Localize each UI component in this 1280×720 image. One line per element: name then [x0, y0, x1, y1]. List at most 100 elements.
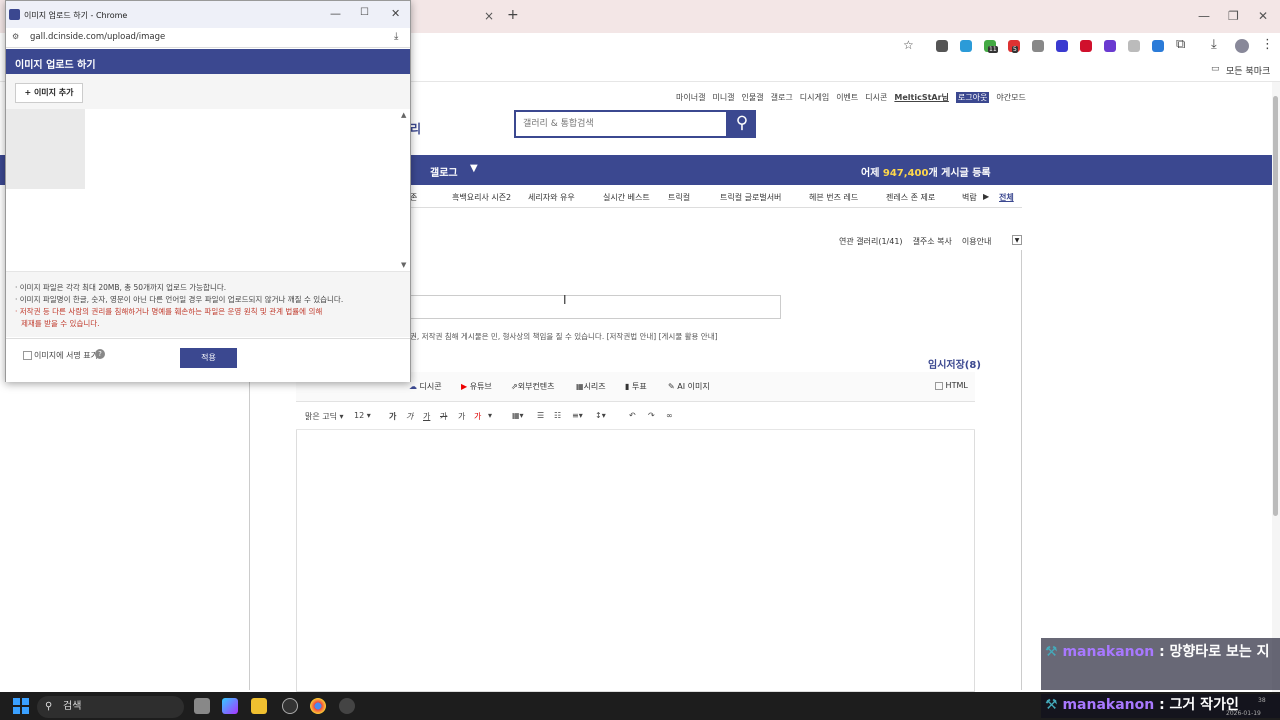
bullet-list-icon[interactable]: ☰ — [537, 411, 544, 420]
popup-close-button[interactable]: ✕ — [391, 7, 400, 20]
utility-link[interactable]: 인물갤 — [742, 92, 764, 103]
temp-save-button[interactable]: 임시저장(8) — [928, 356, 981, 371]
warning-note-continued: 제재를 받을 수 있습니다. — [15, 318, 410, 330]
gallery-tab[interactable]: 존 — [410, 192, 417, 203]
ai-image-button[interactable]: ✎ AI 이미지 — [668, 381, 710, 392]
gallery-tab[interactable]: 벽람 — [962, 192, 977, 203]
apply-button[interactable]: 적용 — [180, 348, 237, 368]
gallery-tab[interactable]: 흑백요리사 시즌2 — [452, 192, 511, 203]
add-image-button[interactable]: + 이미지 추가 — [15, 83, 83, 103]
utility-link[interactable]: 갤로그 — [771, 92, 793, 103]
popup-minimize-button[interactable]: — — [330, 7, 341, 20]
profile-avatar[interactable] — [1235, 39, 1249, 53]
undo-icon[interactable]: ↶ — [629, 411, 636, 420]
align-icon[interactable]: ≡▾ — [572, 411, 583, 420]
usage-guide-link[interactable]: 이용안내 — [962, 236, 991, 247]
night-mode-link[interactable]: 야간모드 — [996, 92, 1025, 103]
line-height-icon[interactable]: ↕▾ — [595, 411, 606, 420]
strikethrough-button[interactable]: 가 — [440, 411, 447, 422]
image-thumbnail-placeholder[interactable] — [6, 109, 85, 189]
copilot-icon[interactable] — [222, 698, 238, 714]
link-icon[interactable]: ∞ — [666, 411, 673, 420]
redo-icon[interactable]: ↷ — [648, 411, 655, 420]
expand-toggle-icon[interactable]: ▼ — [1012, 235, 1022, 245]
help-icon[interactable]: ? — [95, 349, 105, 359]
menu-dots-icon[interactable]: ⋮ — [1261, 37, 1274, 52]
gallery-tab[interactable]: 젠레스 존 제로 — [886, 192, 935, 203]
utility-link[interactable]: 디시게임 — [800, 92, 829, 103]
copy-address-link[interactable]: 갤주소 복사 — [913, 236, 952, 247]
utility-link[interactable]: 이벤트 — [836, 92, 858, 103]
gallery-tab[interactable]: 트릭컬 글로벌서버 — [720, 192, 781, 203]
tab-close-button[interactable]: × — [484, 9, 494, 23]
extension-icon[interactable] — [936, 40, 948, 52]
html-checkbox[interactable] — [935, 381, 943, 390]
tabs-all-link[interactable]: 전체 — [999, 192, 1014, 203]
search-input[interactable] — [516, 112, 726, 136]
list-scroll-down-icon[interactable]: ▼ — [401, 261, 406, 269]
extension-icon[interactable] — [1152, 40, 1164, 52]
text-background-button[interactable]: 가 — [458, 411, 465, 422]
logout-button[interactable]: 로그아웃 — [955, 92, 990, 103]
bookmark-star-icon[interactable]: ☆ — [903, 38, 914, 52]
poll-button[interactable]: ▮ 투표 — [625, 381, 647, 392]
title-input[interactable] — [410, 295, 781, 319]
download-icon[interactable]: ⤓ — [1211, 37, 1217, 52]
font-size-select[interactable]: 12 ▾ — [354, 411, 371, 420]
windows-start-icon[interactable] — [13, 698, 29, 714]
table-icon[interactable]: ▦▾ — [512, 411, 524, 420]
color-dropdown-icon[interactable]: ▾ — [488, 411, 492, 420]
gallery-tab[interactable]: 헤븐 번즈 레드 — [809, 192, 858, 203]
gallery-tab[interactable]: 실시간 베스트 — [603, 192, 650, 203]
utility-link[interactable]: 마이너갤 — [676, 92, 705, 103]
all-bookmarks-link[interactable]: 모든 북마크 — [1226, 64, 1270, 77]
dccon-button[interactable]: ☁ 디시콘 — [409, 381, 442, 392]
extension-icon[interactable] — [1104, 40, 1116, 52]
italic-button[interactable]: 가 — [406, 411, 413, 422]
file-explorer-icon[interactable] — [251, 698, 267, 714]
utility-link[interactable]: 디시콘 — [865, 92, 887, 103]
taskbar-search[interactable]: ⚲ 검색 — [37, 696, 184, 718]
extensions-puzzle-icon[interactable]: ⧉ — [1176, 37, 1185, 52]
series-button[interactable]: ▦시리즈 — [576, 381, 606, 392]
minimize-button[interactable]: — — [1198, 9, 1210, 23]
extension-icon[interactable] — [1080, 40, 1092, 52]
new-tab-button[interactable]: + — [507, 7, 519, 23]
underline-button[interactable]: 가 — [423, 411, 430, 422]
task-view-icon[interactable] — [194, 698, 210, 714]
app-icon[interactable] — [339, 698, 355, 714]
user-menu-link[interactable]: MelticStAr님 — [894, 92, 949, 103]
search-button[interactable]: ⚲ — [728, 110, 756, 138]
restore-button[interactable]: ❐ — [1228, 9, 1239, 23]
external-content-button[interactable]: ⇗외부컨텐츠 — [511, 381, 555, 392]
numbered-list-icon[interactable]: ☷ — [554, 411, 561, 420]
close-window-button[interactable]: ✕ — [1258, 9, 1268, 23]
extension-icon[interactable] — [960, 40, 972, 52]
github-icon[interactable] — [282, 698, 298, 714]
list-scroll-up-icon[interactable]: ▲ — [401, 111, 406, 119]
popup-download-icon[interactable]: ⤓ — [394, 31, 398, 42]
extension-icon[interactable] — [1056, 40, 1068, 52]
post-count-suffix: 개 게시글 등록 — [928, 168, 991, 179]
popup-url[interactable]: gall.dcinside.com/upload/image — [30, 32, 165, 42]
chrome-icon[interactable] — [310, 698, 326, 714]
tabs-next-arrow-icon[interactable]: ▶ — [983, 192, 989, 201]
search-box[interactable] — [514, 110, 728, 138]
youtube-button[interactable]: ▶ 유튜브 — [461, 381, 492, 392]
font-family-select[interactable]: 맑은 고딕 ▾ — [305, 411, 344, 422]
site-info-icon[interactable]: ⚙ — [12, 32, 19, 41]
nav-dropdown-icon[interactable]: ▼ — [470, 163, 478, 174]
gallog-nav-label[interactable]: 갤로그 — [430, 164, 458, 179]
related-gallery-link[interactable]: 연관 갤러리(1/41) — [839, 236, 903, 247]
text-color-button[interactable]: 가 — [474, 411, 481, 422]
gallery-tab[interactable]: 트릭컬 — [668, 192, 690, 203]
extension-icon[interactable] — [1032, 40, 1044, 52]
bold-button[interactable]: 가 — [389, 411, 396, 422]
gallery-tab[interactable]: 세리자와 유우 — [528, 192, 575, 203]
page-scrollbar-thumb[interactable] — [1273, 96, 1278, 516]
popup-maximize-button[interactable]: ☐ — [360, 7, 369, 18]
extension-icon[interactable] — [1128, 40, 1140, 52]
utility-link[interactable]: 미니갤 — [712, 92, 734, 103]
html-toggle[interactable]: HTML — [935, 381, 968, 390]
signature-checkbox[interactable] — [23, 351, 32, 360]
